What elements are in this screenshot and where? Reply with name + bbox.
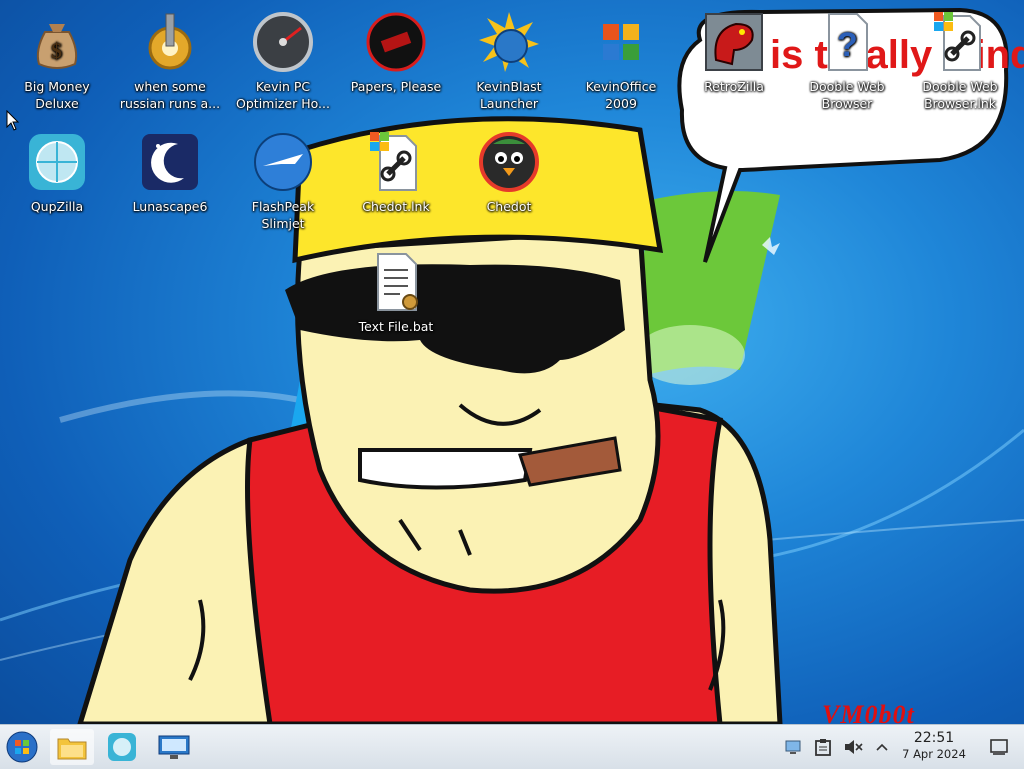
desktop-icon-kevin-pc[interactable]: Kevin PC Optimizer Ho...	[229, 4, 337, 114]
icon-label: Chedot	[486, 199, 532, 214]
browser-icon	[108, 733, 136, 761]
start-orb-icon	[6, 731, 38, 763]
show-desktop-icon	[990, 739, 1008, 755]
clipboard-icon	[815, 739, 831, 756]
batch-file-icon	[364, 250, 428, 314]
tray-expand[interactable]	[870, 725, 894, 769]
money-bag-icon: $	[25, 10, 89, 74]
bird-icon	[477, 130, 541, 194]
question-file-icon: ?	[815, 10, 879, 74]
taskbar: 22:51 7 Apr 2024	[0, 724, 1024, 769]
jet-globe-icon	[251, 130, 315, 194]
network-icon	[785, 740, 801, 754]
tray-clipboard[interactable]	[810, 725, 836, 769]
papers-seal-icon	[364, 10, 428, 74]
start-button[interactable]	[4, 729, 40, 765]
mouse-cursor-icon	[6, 110, 20, 131]
taskbar-file-manager[interactable]	[50, 729, 94, 765]
tray-volume[interactable]	[840, 725, 866, 769]
taskbar-browser[interactable]	[104, 729, 140, 765]
moon-icon	[138, 130, 202, 194]
file-manager-icon	[57, 738, 87, 760]
icon-label: FlashPeak Slimjet	[251, 199, 315, 231]
desktop-icon-textfile[interactable]: Text File.bat	[342, 244, 450, 354]
icon-label: Big Money Deluxe	[24, 79, 90, 111]
desktop-icon-kevinoffice[interactable]: KevinOffice 2009	[567, 4, 675, 114]
icon-label: Lunascape6	[132, 199, 208, 214]
remote-desktop-icon	[158, 735, 190, 759]
desktop-icon-russian[interactable]: when some russian runs a...	[116, 4, 224, 114]
icon-label: QupZilla	[30, 199, 84, 214]
desktop-icon-retrozilla[interactable]: RetroZilla	[680, 4, 788, 114]
icon-label: when some russian runs a...	[119, 79, 221, 111]
gear-drill-icon	[138, 10, 202, 74]
icon-label: Dooble Web Browser.lnk	[922, 79, 998, 111]
svg-text:$: $	[51, 38, 62, 63]
icon-label: Dooble Web Browser	[809, 79, 885, 111]
svg-text:?: ?	[837, 26, 858, 64]
desktop-icon-kevinblast[interactable]: KevinBlast Launcher	[455, 4, 563, 114]
volume-muted-icon	[845, 740, 863, 754]
office-logo-icon	[589, 10, 653, 74]
desktop-icon-qupzilla[interactable]: QupZilla	[3, 124, 111, 234]
icon-label: Kevin PC Optimizer Ho...	[236, 79, 330, 111]
globe-icon	[25, 130, 89, 194]
icon-label: Text File.bat	[358, 319, 434, 334]
dinosaur-icon	[702, 10, 766, 74]
taskbar-clock[interactable]: 22:51 7 Apr 2024	[896, 729, 972, 765]
speedometer-icon	[251, 10, 315, 74]
desktop-icon-chedot-lnk[interactable]: Chedot.lnk	[342, 124, 450, 234]
chevron-up-icon	[876, 743, 888, 751]
clock-time: 22:51	[913, 730, 955, 746]
icon-label: KevinOffice 2009	[585, 79, 657, 111]
clock-date: 7 Apr 2024	[902, 747, 966, 761]
icon-label: Chedot.lnk	[362, 199, 430, 214]
desktop-icon-chedot[interactable]: Chedot	[455, 124, 563, 234]
desktop-icon-papers[interactable]: Papers, Please	[342, 4, 450, 114]
icon-label: KevinBlast Launcher	[476, 79, 542, 111]
tray-network[interactable]	[780, 725, 806, 769]
shortcut-file-icon	[928, 10, 992, 74]
desktop-icon-big-money[interactable]: $ Big Money Deluxe	[3, 4, 111, 114]
icon-label: RetroZilla	[704, 79, 764, 94]
sun-globe-icon	[477, 10, 541, 74]
shortcut-file-icon	[364, 130, 428, 194]
desktop-icon-flashpeak[interactable]: FlashPeak Slimjet	[229, 124, 337, 234]
desktop-icon-dooble[interactable]: ? Dooble Web Browser	[793, 4, 901, 114]
show-desktop-button[interactable]	[984, 725, 1014, 769]
desktop-icon-dooble-lnk[interactable]: Dooble Web Browser.lnk	[906, 4, 1014, 114]
icon-label: Papers, Please	[350, 79, 442, 94]
desktop-icon-lunascape[interactable]: Lunascape6	[116, 124, 224, 234]
taskbar-remote-desktop[interactable]	[156, 729, 192, 765]
